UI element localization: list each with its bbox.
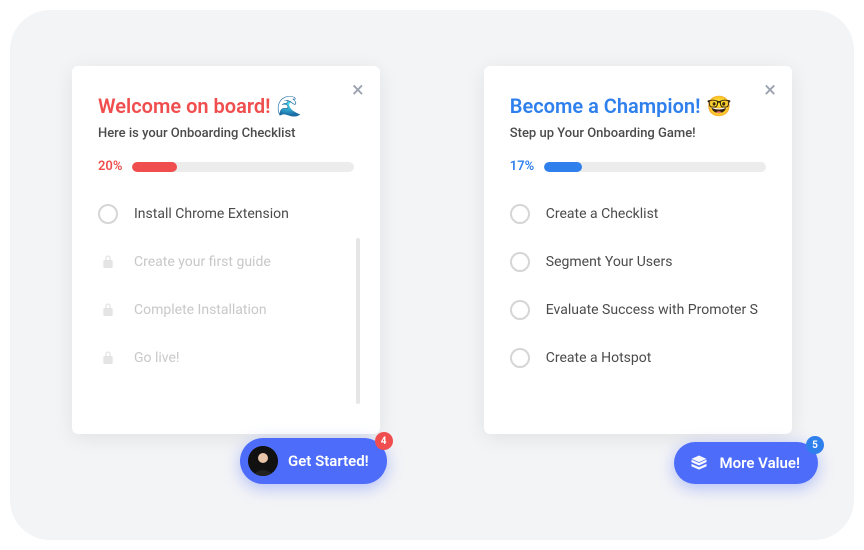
card-subtitle: Here is your Onboarding Checklist <box>98 126 354 141</box>
checklist-item-label: Create your first guide <box>134 254 271 270</box>
checkbox-circle-icon <box>98 204 118 224</box>
avatar <box>248 446 278 476</box>
checklist-item[interactable]: Create your first guide <box>98 238 346 286</box>
cta-label: Get Started! <box>288 452 369 470</box>
app-container: × Welcome on board! 🌊 Here is your Onboa… <box>10 10 854 540</box>
checklist-item[interactable]: Go live! <box>98 334 346 382</box>
checklist-item[interactable]: Install Chrome Extension <box>98 190 346 238</box>
progress-percent: 17% <box>510 159 534 174</box>
card-title-text: Welcome on board! <box>98 94 270 118</box>
lock-icon <box>98 348 118 368</box>
layers-icon <box>688 452 710 474</box>
lock-icon <box>98 252 118 272</box>
card-title: Welcome on board! 🌊 <box>98 94 354 118</box>
wave-emoji: 🌊 <box>276 96 301 116</box>
progress-percent: 20% <box>98 159 122 174</box>
checklist-item-label: Create a Checklist <box>546 206 659 222</box>
onboarding-card-champion: × Become a Champion! 🤓 Step up Your Onbo… <box>484 66 792 434</box>
scrollbar[interactable] <box>356 238 360 404</box>
checklist-item-label: Evaluate Success with Promoter S <box>546 302 758 318</box>
checklist-item-label: Install Chrome Extension <box>134 206 289 222</box>
card-title: Become a Champion! 🤓 <box>510 94 766 118</box>
progress-row: 17% <box>510 159 766 174</box>
nerd-emoji: 🤓 <box>706 96 731 116</box>
progress-fill <box>544 162 582 172</box>
checkbox-circle-icon <box>510 348 530 368</box>
close-icon[interactable]: × <box>352 80 364 102</box>
progress-bar <box>544 162 766 172</box>
progress-row: 20% <box>98 159 354 174</box>
checklist-item[interactable]: Evaluate Success with Promoter S <box>510 286 758 334</box>
card-title-text: Become a Champion! <box>510 94 701 118</box>
checkbox-circle-icon <box>510 252 530 272</box>
notification-badge: 5 <box>806 436 824 454</box>
checkbox-circle-icon <box>510 204 530 224</box>
checklist-item[interactable]: Complete Installation <box>98 286 346 334</box>
checklist-item-label: Complete Installation <box>134 302 267 318</box>
lock-icon <box>98 300 118 320</box>
progress-fill <box>132 162 176 172</box>
checklist-item-label: Go live! <box>134 350 180 366</box>
card-subtitle: Step up Your Onboarding Game! <box>510 126 766 141</box>
checklist-item[interactable]: Create a Hotspot <box>510 334 758 382</box>
onboarding-card-welcome: × Welcome on board! 🌊 Here is your Onboa… <box>72 66 380 434</box>
checklist-item-label: Segment Your Users <box>546 254 673 270</box>
more-value-button[interactable]: More Value! 5 <box>674 442 819 484</box>
cta-label: More Value! <box>720 454 801 472</box>
progress-bar <box>132 162 353 172</box>
checklist-item[interactable]: Segment Your Users <box>510 238 758 286</box>
checklist: Create a Checklist Segment Your Users Ev… <box>510 190 766 414</box>
checklist-item[interactable]: Create a Checklist <box>510 190 758 238</box>
checklist: Install Chrome Extension Create your fir… <box>98 190 354 414</box>
close-icon[interactable]: × <box>764 80 776 102</box>
checkbox-circle-icon <box>510 300 530 320</box>
get-started-button[interactable]: Get Started! 4 <box>240 438 387 484</box>
notification-badge: 4 <box>375 432 393 450</box>
checklist-item-label: Create a Hotspot <box>546 350 652 366</box>
